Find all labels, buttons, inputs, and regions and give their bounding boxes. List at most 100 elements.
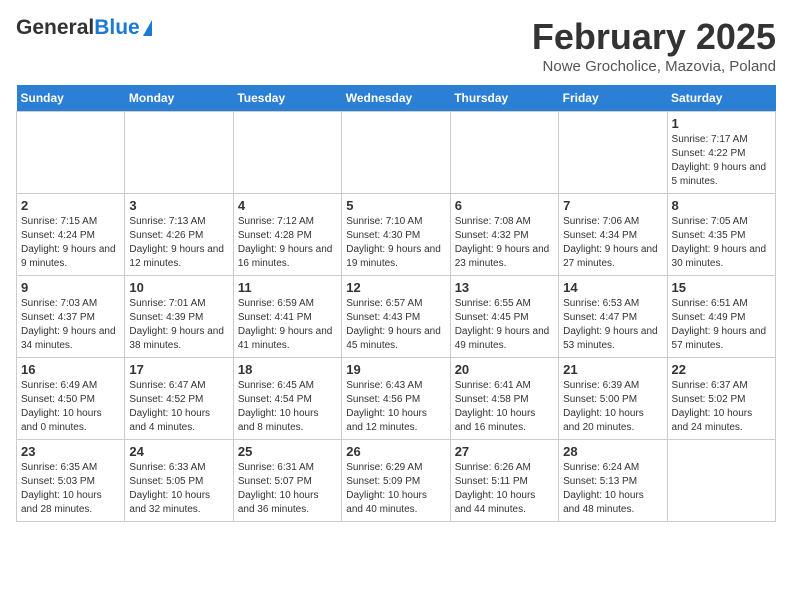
day-number: 6: [455, 198, 554, 213]
week-row-3: 16 Sunrise: 6:49 AM Sunset: 4:50 PM Dayli…: [17, 358, 776, 440]
calendar-subtitle: Nowe Grocholice, Mazovia, Poland: [532, 58, 776, 75]
day-number: 10: [129, 280, 228, 295]
day-info: Sunrise: 6:39 AM Sunset: 5:00 PM Dayligh…: [563, 379, 662, 435]
calendar-cell: 24 Sunrise: 6:33 AM Sunset: 5:05 PM Dayli…: [125, 440, 233, 522]
day-info: Sunrise: 6:47 AM Sunset: 4:52 PM Dayligh…: [129, 379, 228, 435]
day-info: Sunrise: 7:13 AM Sunset: 4:26 PM Dayligh…: [129, 215, 228, 271]
calendar-cell: [559, 112, 667, 194]
calendar-cell: [233, 112, 341, 194]
calendar-cell: 9 Sunrise: 7:03 AM Sunset: 4:37 PM Daylig…: [17, 276, 125, 358]
calendar-cell: [125, 112, 233, 194]
day-number: 15: [672, 280, 771, 295]
col-header-tuesday: Tuesday: [233, 85, 341, 112]
calendar-cell: 13 Sunrise: 6:55 AM Sunset: 4:45 PM Dayli…: [450, 276, 558, 358]
day-info: Sunrise: 6:51 AM Sunset: 4:49 PM Dayligh…: [672, 297, 771, 353]
day-info: Sunrise: 7:03 AM Sunset: 4:37 PM Dayligh…: [21, 297, 120, 353]
day-number: 1: [672, 116, 771, 131]
calendar-cell: 15 Sunrise: 6:51 AM Sunset: 4:49 PM Dayli…: [667, 276, 775, 358]
calendar-cell: 20Sunrise: 6:41 AM Sunset: 4:58 PM Dayli…: [450, 358, 558, 440]
calendar-title: February 2025: [532, 16, 776, 58]
calendar-cell: 5 Sunrise: 7:10 AM Sunset: 4:30 PM Daylig…: [342, 194, 450, 276]
calendar-cell: 6 Sunrise: 7:08 AM Sunset: 4:32 PM Daylig…: [450, 194, 558, 276]
calendar-cell: 2Sunrise: 7:15 AM Sunset: 4:24 PM Daylig…: [17, 194, 125, 276]
calendar-cell: 17 Sunrise: 6:47 AM Sunset: 4:52 PM Dayli…: [125, 358, 233, 440]
calendar-cell: 10 Sunrise: 7:01 AM Sunset: 4:39 PM Dayli…: [125, 276, 233, 358]
calendar-cell: 11 Sunrise: 6:59 AM Sunset: 4:41 PM Dayli…: [233, 276, 341, 358]
day-number: 5: [346, 198, 445, 213]
day-number: 11: [238, 280, 337, 295]
calendar-cell: 1 Sunrise: 7:17 AM Sunset: 4:22 PM Daylig…: [667, 112, 775, 194]
calendar-cell: 23Sunrise: 6:35 AM Sunset: 5:03 PM Dayli…: [17, 440, 125, 522]
day-info: Sunrise: 7:01 AM Sunset: 4:39 PM Dayligh…: [129, 297, 228, 353]
day-number: 13: [455, 280, 554, 295]
calendar-cell: 7 Sunrise: 7:06 AM Sunset: 4:34 PM Daylig…: [559, 194, 667, 276]
calendar-cell: 4 Sunrise: 7:12 AM Sunset: 4:28 PM Daylig…: [233, 194, 341, 276]
day-number: 14: [563, 280, 662, 295]
calendar-cell: 14Sunrise: 6:53 AM Sunset: 4:47 PM Dayli…: [559, 276, 667, 358]
day-info: Sunrise: 6:26 AM Sunset: 5:11 PM Dayligh…: [455, 461, 554, 517]
col-header-thursday: Thursday: [450, 85, 558, 112]
day-number: 27: [455, 444, 554, 459]
day-number: 20: [455, 362, 554, 377]
day-info: Sunrise: 6:49 AM Sunset: 4:50 PM Dayligh…: [21, 379, 120, 435]
day-number: 7: [563, 198, 662, 213]
day-info: Sunrise: 6:37 AM Sunset: 5:02 PM Dayligh…: [672, 379, 771, 435]
title-area: February 2025 Nowe Grocholice, Mazovia, …: [532, 16, 776, 75]
calendar-table: SundayMondayTuesdayWednesdayThursdayFrid…: [16, 85, 776, 522]
logo-triangle-icon: [143, 20, 152, 36]
day-info: Sunrise: 6:31 AM Sunset: 5:07 PM Dayligh…: [238, 461, 337, 517]
day-number: 25: [238, 444, 337, 459]
day-number: 4: [238, 198, 337, 213]
calendar-header: SundayMondayTuesdayWednesdayThursdayFrid…: [17, 85, 776, 112]
calendar-cell: 19 Sunrise: 6:43 AM Sunset: 4:56 PM Dayli…: [342, 358, 450, 440]
week-row-1: 2Sunrise: 7:15 AM Sunset: 4:24 PM Daylig…: [17, 194, 776, 276]
day-number: 21: [563, 362, 662, 377]
day-number: 28: [563, 444, 662, 459]
day-number: 18: [238, 362, 337, 377]
calendar-cell: 18Sunrise: 6:45 AM Sunset: 4:54 PM Dayli…: [233, 358, 341, 440]
col-header-monday: Monday: [125, 85, 233, 112]
day-info: Sunrise: 7:12 AM Sunset: 4:28 PM Dayligh…: [238, 215, 337, 271]
day-info: Sunrise: 6:24 AM Sunset: 5:13 PM Dayligh…: [563, 461, 662, 517]
day-number: 3: [129, 198, 228, 213]
calendar-body: 1 Sunrise: 7:17 AM Sunset: 4:22 PM Daylig…: [17, 112, 776, 522]
day-info: Sunrise: 7:10 AM Sunset: 4:30 PM Dayligh…: [346, 215, 445, 271]
week-row-2: 9 Sunrise: 7:03 AM Sunset: 4:37 PM Daylig…: [17, 276, 776, 358]
col-header-wednesday: Wednesday: [342, 85, 450, 112]
calendar-cell: [450, 112, 558, 194]
week-row-0: 1 Sunrise: 7:17 AM Sunset: 4:22 PM Daylig…: [17, 112, 776, 194]
days-of-week-row: SundayMondayTuesdayWednesdayThursdayFrid…: [17, 85, 776, 112]
logo: General Blue: [16, 16, 152, 40]
day-number: 2: [21, 198, 120, 213]
day-info: Sunrise: 7:06 AM Sunset: 4:34 PM Dayligh…: [563, 215, 662, 271]
calendar-cell: [17, 112, 125, 194]
day-info: Sunrise: 6:43 AM Sunset: 4:56 PM Dayligh…: [346, 379, 445, 435]
day-info: Sunrise: 6:29 AM Sunset: 5:09 PM Dayligh…: [346, 461, 445, 517]
week-row-4: 23Sunrise: 6:35 AM Sunset: 5:03 PM Dayli…: [17, 440, 776, 522]
day-info: Sunrise: 7:17 AM Sunset: 4:22 PM Dayligh…: [672, 133, 771, 189]
calendar-cell: 25 Sunrise: 6:31 AM Sunset: 5:07 PM Dayli…: [233, 440, 341, 522]
day-info: Sunrise: 6:55 AM Sunset: 4:45 PM Dayligh…: [455, 297, 554, 353]
col-header-friday: Friday: [559, 85, 667, 112]
logo-blue-text: Blue: [94, 16, 140, 40]
day-number: 12: [346, 280, 445, 295]
day-info: Sunrise: 6:59 AM Sunset: 4:41 PM Dayligh…: [238, 297, 337, 353]
header: General Blue February 2025 Nowe Grocholi…: [16, 16, 776, 75]
day-number: 17: [129, 362, 228, 377]
day-info: Sunrise: 6:33 AM Sunset: 5:05 PM Dayligh…: [129, 461, 228, 517]
calendar-cell: 3 Sunrise: 7:13 AM Sunset: 4:26 PM Daylig…: [125, 194, 233, 276]
calendar-cell: [342, 112, 450, 194]
day-info: Sunrise: 7:08 AM Sunset: 4:32 PM Dayligh…: [455, 215, 554, 271]
day-number: 19: [346, 362, 445, 377]
day-number: 8: [672, 198, 771, 213]
calendar-cell: 16 Sunrise: 6:49 AM Sunset: 4:50 PM Dayli…: [17, 358, 125, 440]
day-number: 16: [21, 362, 120, 377]
calendar-cell: 26Sunrise: 6:29 AM Sunset: 5:09 PM Dayli…: [342, 440, 450, 522]
calendar-cell: 21 Sunrise: 6:39 AM Sunset: 5:00 PM Dayli…: [559, 358, 667, 440]
calendar-cell: 28 Sunrise: 6:24 AM Sunset: 5:13 PM Dayli…: [559, 440, 667, 522]
day-number: 23: [21, 444, 120, 459]
calendar-cell: [667, 440, 775, 522]
day-info: Sunrise: 7:05 AM Sunset: 4:35 PM Dayligh…: [672, 215, 771, 271]
day-number: 9: [21, 280, 120, 295]
day-number: 24: [129, 444, 228, 459]
